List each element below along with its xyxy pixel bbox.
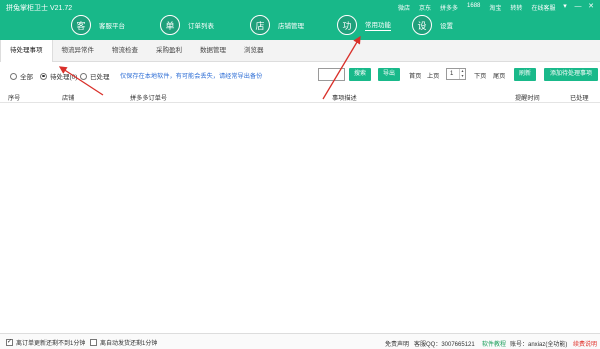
filter-processed-radio[interactable]: 已处理 (80, 71, 110, 81)
next-page-button[interactable]: 下页 (474, 71, 486, 80)
filter-pending-label: 待处理(0) (50, 74, 78, 81)
nav-shop-management[interactable]: 店 店铺管理 (250, 14, 304, 36)
status-bar: ✓ 离订单更新还剩不到1分钟 离自动发货还剩1分钟 免责声明 客服QQ：3007… (0, 333, 600, 349)
checkbox-checked-icon: ✓ (6, 339, 13, 346)
order-update-checkbox[interactable]: ✓ 离订单更新还剩不到1分钟 (6, 338, 85, 347)
nav-settings-label: 设置 (440, 23, 453, 30)
page-spinner-icon[interactable]: ▲ ▼ (459, 69, 465, 79)
nav-settings[interactable]: 设 设置 (412, 14, 453, 36)
refresh-button[interactable]: 刷新 (514, 68, 536, 81)
table-header: 序号 店铺 拼多多订单号 事项描述 提醒时间 已处理 (0, 89, 600, 103)
link-weidian[interactable]: 微店 (398, 3, 410, 12)
backup-note: 仅保存在本地软件，有可能会丢失，请经常导出备份 (120, 73, 263, 80)
table-body (0, 104, 600, 332)
export-button[interactable]: 导出 (378, 68, 400, 81)
nav-order-list-label: 订单列表 (188, 23, 214, 30)
col-reminder-time: 提醒时间 (515, 95, 540, 102)
nav-shop-management-icon: 店 (250, 15, 270, 35)
menu-dropdown-icon[interactable]: ▾ (560, 2, 570, 11)
tab-pending-items[interactable]: 待处理事项 (0, 40, 53, 62)
search-button[interactable]: 搜索 (349, 68, 371, 81)
nav-order-list-icon: 单 (160, 15, 180, 35)
minimize-icon[interactable]: — (573, 2, 583, 11)
col-pdd-order-no: 拼多多订单号 (130, 95, 168, 102)
nav-settings-icon: 设 (412, 15, 432, 35)
tab-logistics-check[interactable]: 物流检查 (103, 40, 147, 62)
checkbox-unchecked-icon (90, 339, 97, 346)
nav-common-functions-icon: 功 (337, 15, 357, 35)
tab-browser[interactable]: 浏览器 (235, 40, 273, 62)
link-zhuanzhuan[interactable]: 转转 (510, 3, 522, 12)
link-taobao[interactable]: 淘宝 (489, 3, 501, 12)
filter-all-radio[interactable]: 全部 (10, 71, 33, 81)
link-online-service[interactable]: 在线客服 (531, 3, 555, 12)
tutorial-link[interactable]: 软件教程 (482, 339, 506, 348)
radio-dot (80, 72, 87, 80)
add-pending-item-button[interactable]: 添加待处理事项 (544, 68, 598, 81)
radio-dot (10, 72, 17, 80)
tab-bar: 待处理事项 物流异常件 物流检查 采购盈利 数据管理 浏览器 (0, 40, 600, 62)
account-info: 账号：anxiaz(全功能) (510, 342, 568, 348)
nav-order-list[interactable]: 单 订单列表 (160, 14, 214, 36)
first-page-button[interactable]: 首页 (409, 71, 421, 80)
nav-common-functions[interactable]: 功 常用功能 (337, 14, 391, 36)
page-number-value: 1 (450, 71, 454, 77)
radio-dot (40, 72, 47, 80)
link-pdd[interactable]: 拼多多 (440, 3, 458, 12)
platform-links: 微店 京东 拼多多 1688 淘宝 转转 在线客服 (398, 3, 564, 12)
tab-logistics-exceptions[interactable]: 物流异常件 (53, 40, 104, 62)
page-number-input[interactable]: 1 ▲ ▼ (446, 68, 466, 80)
col-description: 事项描述 (332, 95, 357, 102)
tab-data-management[interactable]: 数据管理 (191, 40, 235, 62)
nav-common-functions-label: 常用功能 (365, 19, 391, 31)
search-input[interactable] (318, 68, 345, 81)
app-title: 拼兔掌柜卫士 V21.72 (6, 5, 73, 12)
filter-toolbar: 全部 待处理(0) 已处理 仅保存在本地软件，有可能会丢失，请经常导出备份 搜索… (0, 64, 600, 86)
link-jd[interactable]: 京东 (419, 3, 431, 12)
window-controls: ▾ — ✕ (557, 2, 596, 11)
link-1688[interactable]: 1688 (467, 3, 480, 12)
title-bar: 拼兔掌柜卫士 V21.72 客 客服平台 单 订单列表 店 店铺管理 功 常用功… (0, 0, 600, 40)
col-index: 序号 (8, 95, 21, 102)
order-update-label: 离订单更新还剩不到1分钟 (16, 341, 86, 347)
col-processed: 已处理 (570, 95, 589, 102)
filter-all-label: 全部 (20, 74, 33, 81)
col-shop: 店铺 (62, 95, 75, 102)
renew-link[interactable]: 续费说明 (573, 339, 597, 348)
nav-shop-management-label: 店铺管理 (278, 23, 304, 30)
nav-customer-service-icon: 客 (71, 15, 91, 35)
last-page-button[interactable]: 尾页 (493, 71, 505, 80)
close-icon[interactable]: ✕ (586, 2, 596, 11)
prev-page-button[interactable]: 上页 (427, 71, 439, 80)
support-qq: 客服QQ：3007665121 (414, 342, 475, 348)
filter-processed-label: 已处理 (90, 74, 110, 81)
auto-ship-checkbox[interactable]: 离自动发货还剩1分钟 (90, 338, 157, 347)
filter-pending-radio[interactable]: 待处理(0) (40, 71, 77, 81)
auto-ship-label: 离自动发货还剩1分钟 (100, 341, 158, 347)
disclaimer-link[interactable]: 免责声明 (385, 339, 409, 348)
nav-customer-service-label: 客服平台 (99, 23, 125, 30)
nav-customer-service[interactable]: 客 客服平台 (71, 14, 125, 36)
tab-purchase-profit[interactable]: 采购盈利 (147, 40, 191, 62)
